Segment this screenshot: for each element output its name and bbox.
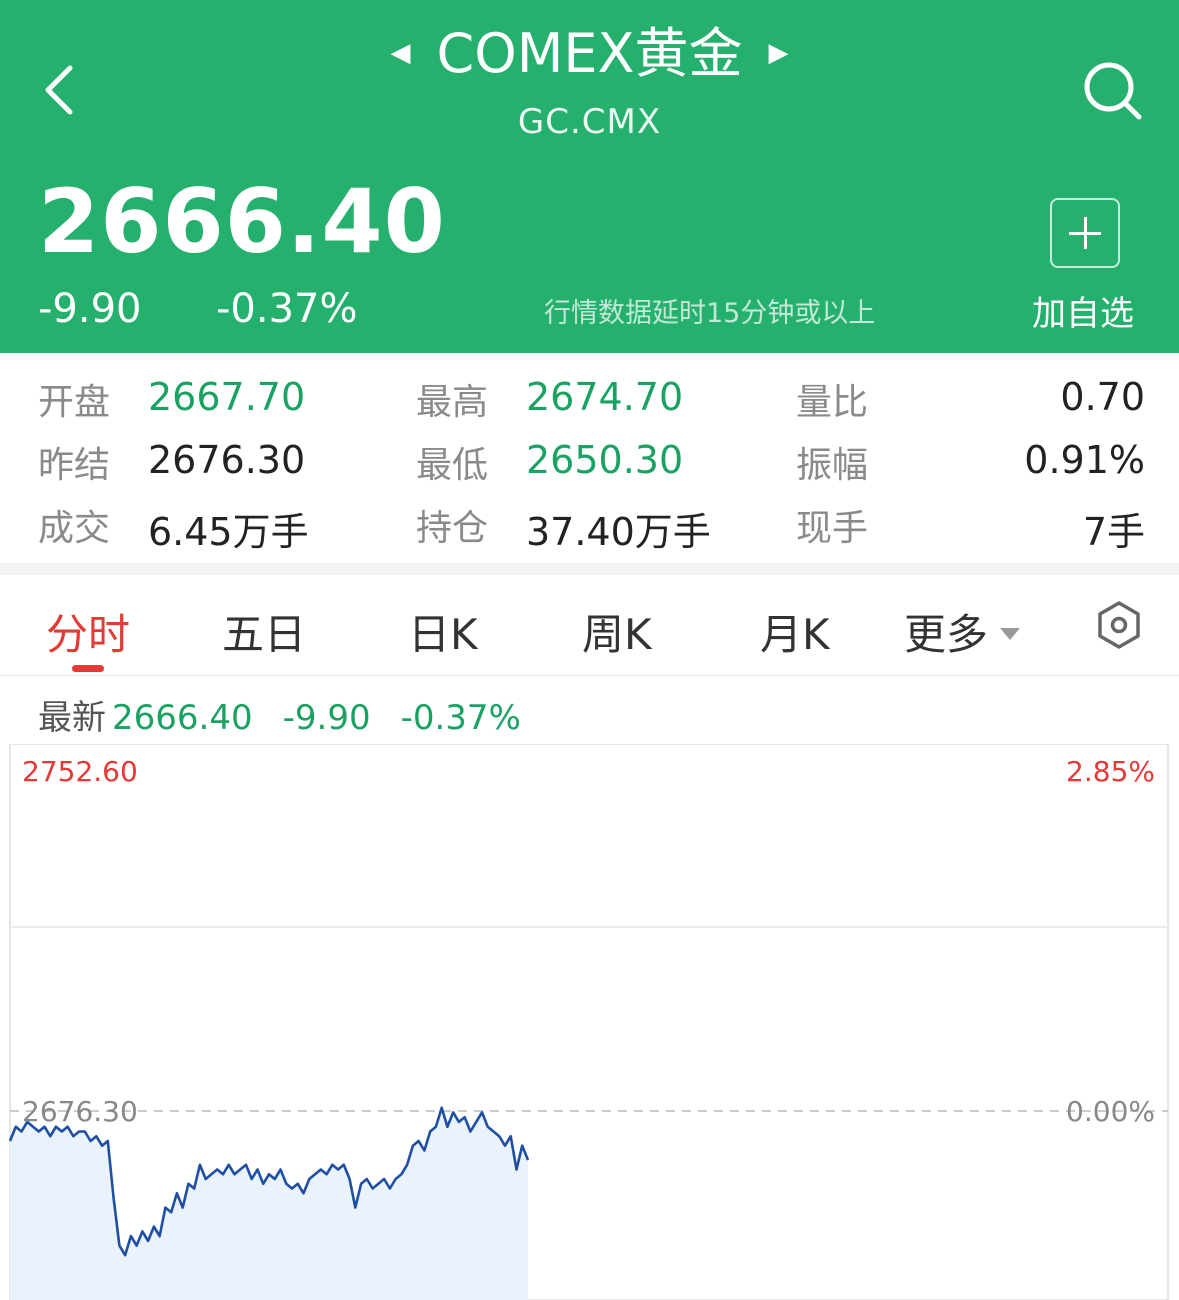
stat-value-high: 2674.70 <box>526 375 684 419</box>
hexagon-settings-icon[interactable] <box>1094 600 1144 650</box>
tab-more[interactable]: 更多 <box>904 601 1021 662</box>
tab-weekly-k[interactable]: 周K <box>582 601 652 662</box>
active-tab-indicator <box>72 665 104 672</box>
stat-label-open: 开盘 <box>38 382 111 423</box>
stat-value-volume: 6.45万手 <box>148 510 309 554</box>
quote-stats: 开盘 2667.70 昨结 2676.30 成交 6.45万手 最高 2674.… <box>0 353 1179 563</box>
stat-value-open: 2667.70 <box>148 375 306 419</box>
intraday-price-chart[interactable]: 2752.60 2.85% 2676.30 0.00% <box>0 744 1179 1300</box>
stat-value-low: 2650.30 <box>526 438 684 482</box>
y-axis-max-percent: 2.85% <box>1066 755 1155 788</box>
y-axis-max-label: 2752.60 <box>22 755 138 788</box>
reference-percent-label: 0.00% <box>1066 1095 1155 1128</box>
latest-quote-line: 最新 2666.40 -9.90 -0.37% <box>38 690 521 739</box>
price-change: -9.90 <box>38 286 142 332</box>
stat-label-last-lots: 现手 <box>796 508 869 549</box>
quote-header: ◀ COMEX黄金 ▶ GC.CMX 2666.40 -9.90 -0.37% 行情… <box>0 0 1179 353</box>
chart-period-tabs: 分时 五日 日K 周K 月K 更多 <box>0 575 1179 676</box>
latest-change-percent: -0.37% <box>400 698 521 738</box>
search-icon[interactable] <box>1082 60 1144 122</box>
tab-five-day[interactable]: 五日 <box>222 601 306 662</box>
delay-notice: 行情数据延时15分钟或以上 <box>544 298 876 329</box>
stat-value-prev-settle: 2676.30 <box>148 438 306 482</box>
stat-value-last-lots: 7手 <box>1082 510 1145 554</box>
tab-monthly-k[interactable]: 月K <box>760 601 830 662</box>
stat-label-volume: 成交 <box>38 508 111 549</box>
stat-value-open-interest: 37.40万手 <box>526 510 711 554</box>
tab-intraday[interactable]: 分时 <box>46 601 130 662</box>
stat-value-volume-ratio: 0.70 <box>1060 375 1145 419</box>
stat-label-low: 最低 <box>416 445 489 486</box>
section-divider <box>0 563 1179 575</box>
tab-daily-k[interactable]: 日K <box>408 601 478 662</box>
instrument-title: ◀ COMEX黄金 ▶ <box>0 22 1179 89</box>
reference-price-label: 2676.30 <box>22 1095 138 1128</box>
latest-price: 2666.40 <box>112 698 253 738</box>
stat-label-high: 最高 <box>416 382 489 423</box>
price-change-percent: -0.37% <box>216 286 358 332</box>
tab-more-label: 更多 <box>904 610 989 659</box>
stat-label-volume-ratio: 量比 <box>796 382 869 423</box>
caret-right-icon[interactable]: ▶ <box>742 21 814 85</box>
instrument-code: GC.CMX <box>517 102 662 142</box>
stat-value-amplitude: 0.91% <box>1024 438 1145 482</box>
add-to-watchlist-button[interactable]: 加自选 <box>1032 286 1134 335</box>
stat-label-prev-settle: 昨结 <box>38 445 111 486</box>
plus-icon[interactable] <box>1050 198 1120 268</box>
stat-label-amplitude: 振幅 <box>796 445 869 486</box>
latest-label: 最新 <box>38 698 106 738</box>
current-price: 2666.40 <box>38 170 446 273</box>
stat-label-open-interest: 持仓 <box>416 508 489 549</box>
latest-change: -9.90 <box>282 698 371 738</box>
caret-left-icon[interactable]: ◀ <box>365 21 437 85</box>
instrument-name: COMEX黄金 <box>436 22 743 85</box>
chevron-down-icon <box>1000 627 1021 640</box>
